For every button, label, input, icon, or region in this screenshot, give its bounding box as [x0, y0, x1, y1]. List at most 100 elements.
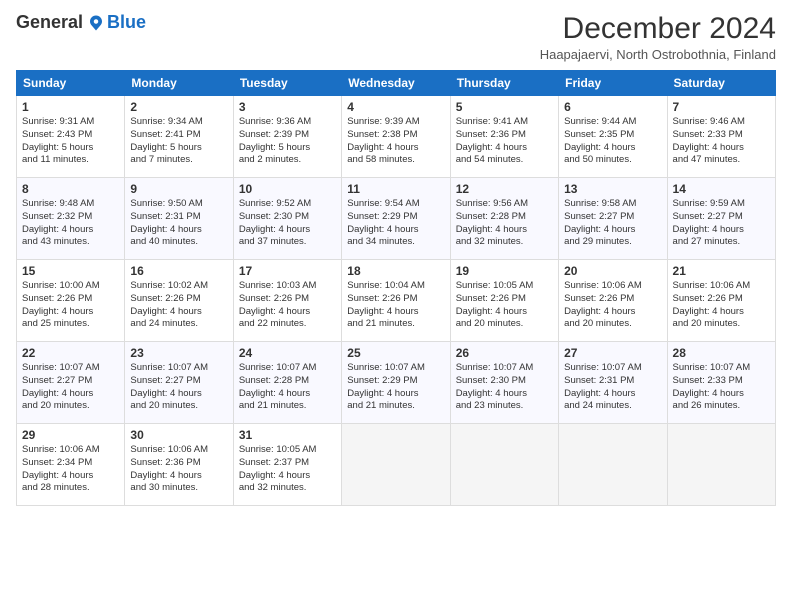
cell-info-line: and 30 minutes. — [130, 482, 227, 495]
cell-info-line: and 47 minutes. — [673, 154, 770, 167]
cal-cell — [667, 424, 775, 506]
cell-info-line: Sunrise: 10:07 AM — [130, 362, 227, 375]
cal-cell: 6Sunrise: 9:44 AMSunset: 2:35 PMDaylight… — [559, 96, 667, 178]
cell-info-line: Sunset: 2:37 PM — [239, 457, 336, 470]
day-header-thursday: Thursday — [450, 71, 558, 96]
cell-info-line: Daylight: 4 hours — [130, 224, 227, 237]
cell-info-line: Daylight: 4 hours — [22, 470, 119, 483]
cal-cell: 31Sunrise: 10:05 AMSunset: 2:37 PMDaylig… — [233, 424, 341, 506]
cell-info-line: Daylight: 4 hours — [456, 224, 553, 237]
cell-info-line: Sunset: 2:43 PM — [22, 129, 119, 142]
cell-info-line: Daylight: 4 hours — [673, 142, 770, 155]
cell-info-line: Sunset: 2:27 PM — [130, 375, 227, 388]
cell-info-line: Sunset: 2:39 PM — [239, 129, 336, 142]
cell-info-line: Sunrise: 9:54 AM — [347, 198, 444, 211]
day-number: 2 — [130, 100, 227, 114]
cell-info-line: and 40 minutes. — [130, 236, 227, 249]
day-header-tuesday: Tuesday — [233, 71, 341, 96]
day-header-saturday: Saturday — [667, 71, 775, 96]
day-number: 21 — [673, 264, 770, 278]
cal-cell: 22Sunrise: 10:07 AMSunset: 2:27 PMDaylig… — [17, 342, 125, 424]
cell-info-line: Sunrise: 9:36 AM — [239, 116, 336, 129]
cell-info-line: and 2 minutes. — [239, 154, 336, 167]
cal-cell: 2Sunrise: 9:34 AMSunset: 2:41 PMDaylight… — [125, 96, 233, 178]
cell-info-line: and 24 minutes. — [130, 318, 227, 331]
day-number: 18 — [347, 264, 444, 278]
cal-cell: 9Sunrise: 9:50 AMSunset: 2:31 PMDaylight… — [125, 178, 233, 260]
cell-info-line: Daylight: 5 hours — [239, 142, 336, 155]
cell-info-line: Daylight: 4 hours — [564, 388, 661, 401]
week-row-4: 22Sunrise: 10:07 AMSunset: 2:27 PMDaylig… — [17, 342, 776, 424]
cal-cell: 8Sunrise: 9:48 AMSunset: 2:32 PMDaylight… — [17, 178, 125, 260]
cal-cell: 17Sunrise: 10:03 AMSunset: 2:26 PMDaylig… — [233, 260, 341, 342]
cell-info-line: Daylight: 4 hours — [673, 224, 770, 237]
cell-info-line: and 24 minutes. — [564, 400, 661, 413]
cell-info-line: Sunrise: 10:02 AM — [130, 280, 227, 293]
cal-cell: 10Sunrise: 9:52 AMSunset: 2:30 PMDayligh… — [233, 178, 341, 260]
cal-cell: 11Sunrise: 9:54 AMSunset: 2:29 PMDayligh… — [342, 178, 450, 260]
cell-info-line: Sunset: 2:36 PM — [456, 129, 553, 142]
day-number: 17 — [239, 264, 336, 278]
page-title: December 2024 — [540, 12, 776, 45]
cell-info-line: and 28 minutes. — [22, 482, 119, 495]
day-number: 22 — [22, 346, 119, 360]
cell-info-line: Daylight: 4 hours — [130, 306, 227, 319]
day-number: 16 — [130, 264, 227, 278]
day-number: 31 — [239, 428, 336, 442]
day-number: 4 — [347, 100, 444, 114]
cell-info-line: Sunrise: 9:56 AM — [456, 198, 553, 211]
cell-info-line: Sunrise: 9:39 AM — [347, 116, 444, 129]
cell-info-line: and 58 minutes. — [347, 154, 444, 167]
cell-info-line: Sunset: 2:26 PM — [130, 293, 227, 306]
day-number: 24 — [239, 346, 336, 360]
day-number: 30 — [130, 428, 227, 442]
cal-cell: 3Sunrise: 9:36 AMSunset: 2:39 PMDaylight… — [233, 96, 341, 178]
cell-info-line: Daylight: 4 hours — [347, 224, 444, 237]
cell-info-line: Sunrise: 10:07 AM — [22, 362, 119, 375]
cell-info-line: Sunrise: 10:05 AM — [456, 280, 553, 293]
cell-info-line: and 21 minutes. — [347, 318, 444, 331]
cell-info-line: Sunrise: 10:00 AM — [22, 280, 119, 293]
week-row-2: 8Sunrise: 9:48 AMSunset: 2:32 PMDaylight… — [17, 178, 776, 260]
cell-info-line: Daylight: 4 hours — [673, 388, 770, 401]
day-number: 19 — [456, 264, 553, 278]
cell-info-line: Daylight: 4 hours — [456, 388, 553, 401]
cell-info-line: and 29 minutes. — [564, 236, 661, 249]
cell-info-line: Sunset: 2:33 PM — [673, 129, 770, 142]
cell-info-line: Sunrise: 9:48 AM — [22, 198, 119, 211]
cell-info-line: Sunset: 2:26 PM — [22, 293, 119, 306]
cell-info-line: Sunset: 2:30 PM — [239, 211, 336, 224]
cal-cell: 26Sunrise: 10:07 AMSunset: 2:30 PMDaylig… — [450, 342, 558, 424]
cell-info-line: Sunset: 2:26 PM — [239, 293, 336, 306]
cell-info-line: Sunrise: 10:07 AM — [456, 362, 553, 375]
cell-info-line: Sunrise: 9:44 AM — [564, 116, 661, 129]
cell-info-line: and 32 minutes. — [239, 482, 336, 495]
day-number: 27 — [564, 346, 661, 360]
cell-info-line: Daylight: 5 hours — [22, 142, 119, 155]
cell-info-line: Sunrise: 9:58 AM — [564, 198, 661, 211]
cal-cell: 27Sunrise: 10:07 AMSunset: 2:31 PMDaylig… — [559, 342, 667, 424]
cell-info-line: Sunrise: 10:06 AM — [130, 444, 227, 457]
day-number: 28 — [673, 346, 770, 360]
cell-info-line: Sunrise: 9:34 AM — [130, 116, 227, 129]
header: General Blue December 2024 Haapajaervi, … — [16, 12, 776, 62]
cell-info-line: Daylight: 4 hours — [456, 142, 553, 155]
cell-info-line: Sunset: 2:26 PM — [673, 293, 770, 306]
cell-info-line: Daylight: 4 hours — [564, 142, 661, 155]
day-number: 7 — [673, 100, 770, 114]
cell-info-line: Daylight: 4 hours — [239, 470, 336, 483]
logo-icon — [87, 14, 105, 32]
cell-info-line: Sunset: 2:26 PM — [564, 293, 661, 306]
cell-info-line: Sunset: 2:26 PM — [347, 293, 444, 306]
cell-info-line: Daylight: 4 hours — [239, 388, 336, 401]
cell-info-line: Daylight: 4 hours — [239, 224, 336, 237]
day-number: 5 — [456, 100, 553, 114]
cell-info-line: Sunrise: 10:07 AM — [564, 362, 661, 375]
cell-info-line: Sunrise: 10:06 AM — [673, 280, 770, 293]
cell-info-line: Sunset: 2:29 PM — [347, 375, 444, 388]
cell-info-line: Sunrise: 9:59 AM — [673, 198, 770, 211]
cell-info-line: and 34 minutes. — [347, 236, 444, 249]
cell-info-line: and 20 minutes. — [456, 318, 553, 331]
day-number: 29 — [22, 428, 119, 442]
cell-info-line: and 20 minutes. — [130, 400, 227, 413]
